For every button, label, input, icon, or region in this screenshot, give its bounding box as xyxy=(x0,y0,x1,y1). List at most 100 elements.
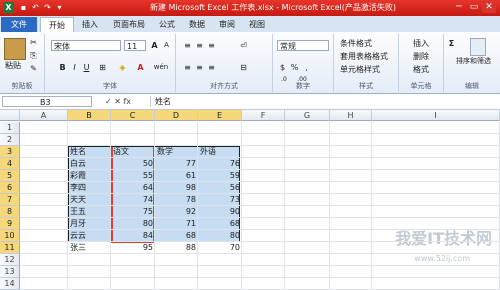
score-cell[interactable]: 61 xyxy=(155,170,198,182)
align-left-icon[interactable]: ≡ xyxy=(182,62,193,73)
score-cell[interactable]: 59 xyxy=(198,170,242,182)
cut-icon[interactable]: ✂ xyxy=(28,37,39,48)
font-color-icon[interactable]: A xyxy=(135,62,146,73)
fx-icon[interactable]: ✓ ✕ fx xyxy=(105,96,143,107)
fill-color-icon[interactable]: ◈ xyxy=(117,62,128,73)
column-header-f[interactable]: F xyxy=(242,110,285,121)
minimize-icon[interactable]: ─ xyxy=(452,1,466,13)
row-header-10[interactable]: 10 xyxy=(0,230,20,242)
score-cell[interactable]: 68 xyxy=(198,218,242,230)
score-cell[interactable]: 90 xyxy=(198,206,242,218)
score-cell[interactable]: 80 xyxy=(198,230,242,242)
tab-file[interactable]: 文件 xyxy=(1,17,37,32)
bold-button[interactable]: B xyxy=(57,62,68,73)
row-header-8[interactable]: 8 xyxy=(0,206,20,218)
name-cell[interactable]: 天天 xyxy=(68,194,111,206)
column-header-b[interactable]: B xyxy=(68,110,111,121)
font-size-select[interactable]: 11 xyxy=(124,40,146,51)
font-name-select[interactable]: 宋体 xyxy=(51,40,121,51)
column-header-g[interactable]: G xyxy=(285,110,330,121)
column-header-d[interactable]: D xyxy=(155,110,198,121)
row-header-2[interactable]: 2 xyxy=(0,134,20,146)
worksheet-grid[interactable]: 我爱IT技术网 www.52ij.com ABCDEFGHI1234567891… xyxy=(0,110,500,290)
comma-icon[interactable]: , xyxy=(301,62,312,73)
header-cell[interactable]: 数学 xyxy=(155,146,198,158)
align-middle-icon[interactable]: ≡ xyxy=(194,40,205,51)
close-icon[interactable]: ✕ xyxy=(482,1,496,13)
score-cell[interactable]: 70 xyxy=(198,242,242,254)
score-cell[interactable]: 71 xyxy=(155,218,198,230)
tab-review[interactable]: 审阅 xyxy=(214,17,240,32)
score-cell[interactable]: 84 xyxy=(111,230,155,242)
copy-icon[interactable]: ⎘ xyxy=(28,50,39,61)
undo-icon[interactable]: ↶ xyxy=(30,2,41,13)
score-cell[interactable]: 56 xyxy=(198,182,242,194)
column-header-c[interactable]: C xyxy=(111,110,155,121)
row-header-13[interactable]: 13 xyxy=(0,266,20,278)
row-header-4[interactable]: 4 xyxy=(0,158,20,170)
score-cell[interactable]: 64 xyxy=(111,182,155,194)
align-top-icon[interactable]: ≡ xyxy=(182,40,193,51)
underline-button[interactable]: U xyxy=(81,62,92,73)
cell-styles-button[interactable]: 单元格样式 xyxy=(340,64,380,75)
align-center-icon[interactable]: ≡ xyxy=(194,62,205,73)
score-cell[interactable]: 74 xyxy=(111,194,155,206)
name-cell[interactable]: 彩霞 xyxy=(68,170,111,182)
score-cell[interactable]: 98 xyxy=(155,182,198,194)
tab-formulas[interactable]: 公式 xyxy=(154,17,180,32)
percent-icon[interactable]: % xyxy=(289,62,300,73)
header-cell[interactable]: 外语 xyxy=(198,146,242,158)
column-header-a[interactable]: A xyxy=(20,110,68,121)
row-header-12[interactable]: 12 xyxy=(0,254,20,266)
score-cell[interactable]: 76 xyxy=(198,158,242,170)
score-cell[interactable]: 78 xyxy=(155,194,198,206)
paste-icon[interactable] xyxy=(4,38,26,60)
score-cell[interactable]: 75 xyxy=(111,206,155,218)
score-cell[interactable]: 77 xyxy=(155,158,198,170)
sort-filter-button[interactable]: 排序和筛选 xyxy=(456,56,491,67)
score-cell[interactable]: 55 xyxy=(111,170,155,182)
conditional-format-button[interactable]: 条件格式 xyxy=(340,38,372,49)
column-header-e[interactable]: E xyxy=(198,110,242,121)
phonetic-icon[interactable]: wén xyxy=(153,62,169,73)
name-cell[interactable]: 李四 xyxy=(68,182,111,194)
tab-data[interactable]: 数据 xyxy=(184,17,210,32)
name-box[interactable]: B3 xyxy=(2,96,92,107)
column-header-i[interactable]: I xyxy=(372,110,500,121)
name-cell[interactable]: 云云 xyxy=(68,230,111,242)
row-header-6[interactable]: 6 xyxy=(0,182,20,194)
customize-qa-icon[interactable]: ▾ xyxy=(54,2,65,13)
italic-button[interactable]: I xyxy=(69,62,80,73)
score-cell[interactable]: 80 xyxy=(111,218,155,230)
header-cell[interactable]: 语文 xyxy=(111,146,155,158)
name-cell[interactable]: 白云 xyxy=(68,158,111,170)
excel-app-icon[interactable]: X xyxy=(3,2,14,13)
score-cell[interactable]: 50 xyxy=(111,158,155,170)
row-header-3[interactable]: 3 xyxy=(0,146,20,158)
score-cell[interactable]: 73 xyxy=(198,194,242,206)
score-cell[interactable]: 92 xyxy=(155,206,198,218)
shrink-font-icon[interactable]: A xyxy=(161,40,172,51)
autosum-icon[interactable]: Σ xyxy=(446,38,457,49)
formula-input[interactable]: 姓名 xyxy=(150,96,496,107)
row-header-14[interactable]: 14 xyxy=(0,278,20,290)
align-bottom-icon[interactable]: ≡ xyxy=(206,40,217,51)
tab-page-layout[interactable]: 页面布局 xyxy=(108,17,150,32)
row-header-7[interactable]: 7 xyxy=(0,194,20,206)
delete-cells-button[interactable]: 删除 xyxy=(413,51,429,62)
tab-insert[interactable]: 插入 xyxy=(76,17,104,32)
name-cell[interactable]: 王五 xyxy=(68,206,111,218)
row-header-9[interactable]: 9 xyxy=(0,218,20,230)
sort-filter-icon[interactable] xyxy=(470,38,486,56)
wrap-text-icon[interactable]: ⏎ xyxy=(238,40,249,51)
paste-button[interactable]: 粘贴 xyxy=(5,60,21,71)
border-icon[interactable]: ⊞ xyxy=(97,62,108,73)
format-painter-icon[interactable]: ✎ xyxy=(28,63,39,74)
select-all-corner[interactable] xyxy=(0,110,20,121)
align-right-icon[interactable]: ≡ xyxy=(206,62,217,73)
row-header-11[interactable]: 11 xyxy=(0,242,20,254)
save-icon[interactable]: ▪ xyxy=(18,2,29,13)
row-header-5[interactable]: 5 xyxy=(0,170,20,182)
insert-cells-button[interactable]: 插入 xyxy=(413,38,429,49)
number-format-select[interactable]: 常规 xyxy=(277,40,329,51)
